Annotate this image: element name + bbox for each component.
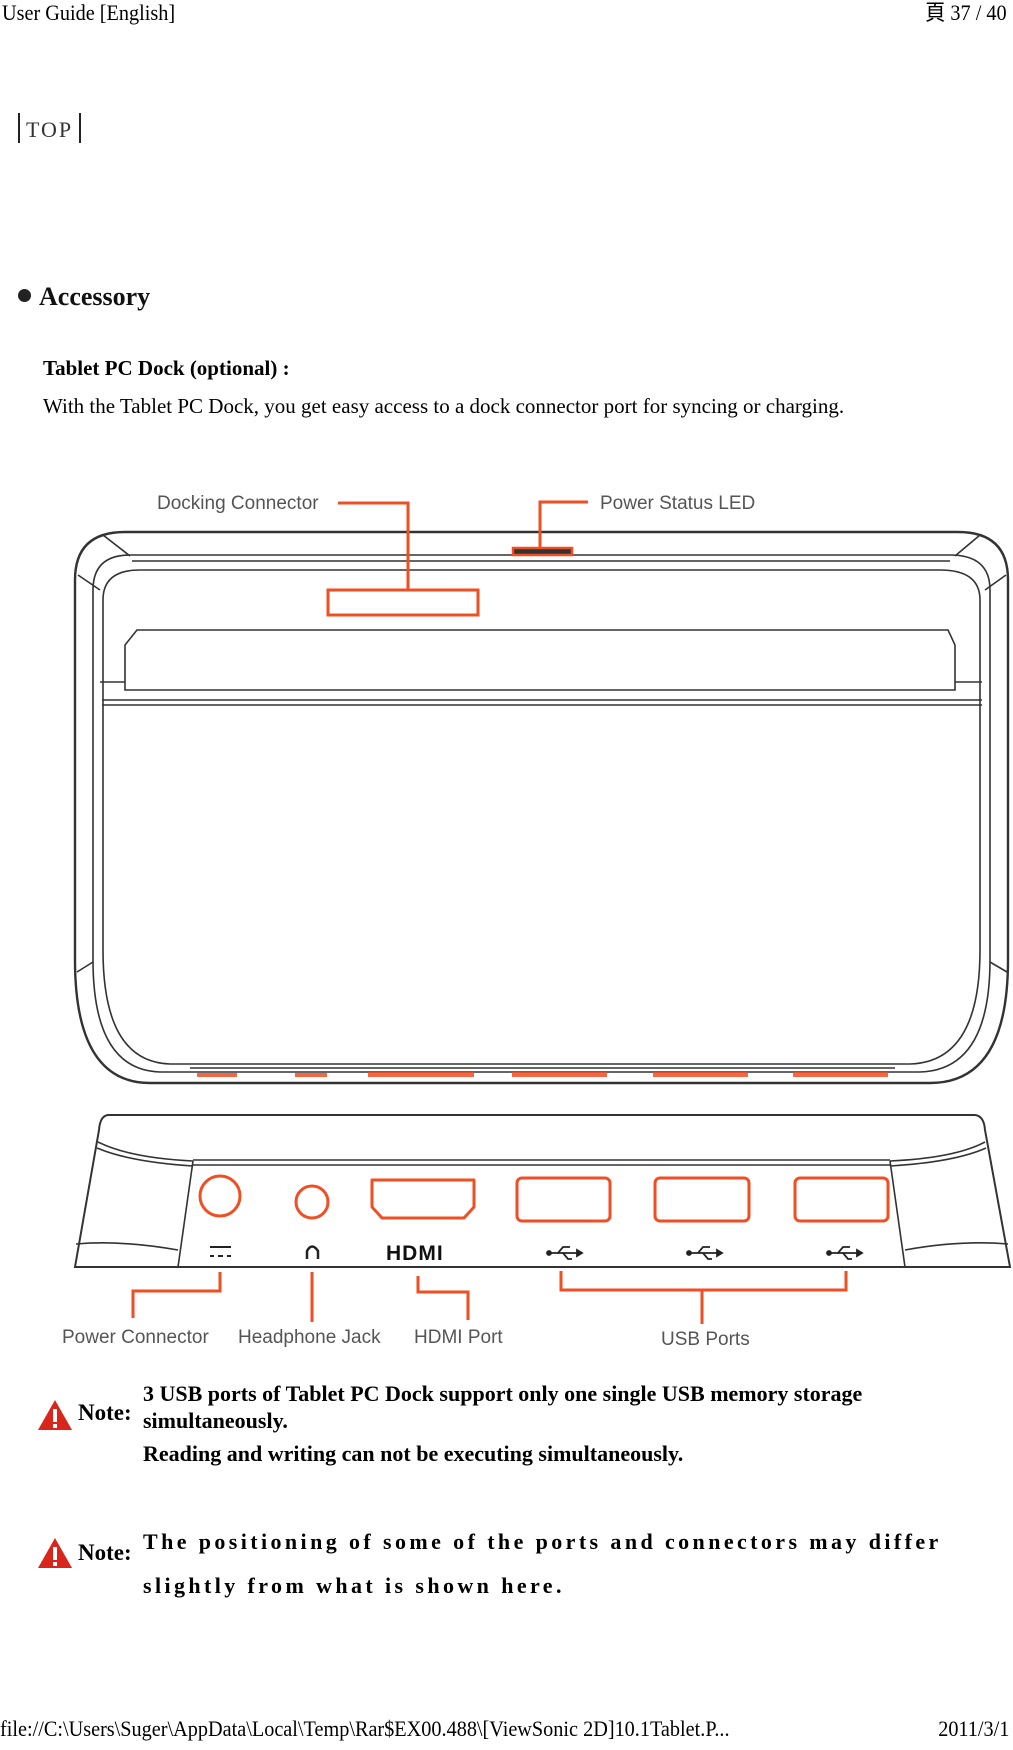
- corner-bevel: [989, 961, 1008, 973]
- document-title: User Guide [English]: [2, 0, 176, 25]
- power-connector-label: Power Connector: [62, 1327, 209, 1348]
- note-label: Note:: [78, 1540, 132, 1565]
- port-mark-headphone: [295, 1073, 327, 1077]
- print-date: 2011/3/1: [937, 1716, 1009, 1741]
- note-line: slightly from what is shown here.: [143, 1573, 565, 1598]
- dock-outer-outline: [73, 530, 1010, 1085]
- rear-left-foot: [75, 1242, 179, 1251]
- hdmi-port: [370, 1178, 476, 1220]
- rear-callouts: [131, 1271, 848, 1324]
- top-link-container: TOP: [18, 112, 82, 148]
- note-text: 3 USB ports of Tablet PC Dock support on…: [143, 1380, 862, 1467]
- rear-ports: [198, 1174, 890, 1223]
- port-mark-power: [197, 1073, 237, 1077]
- separator-bar: [18, 113, 20, 143]
- file-path: file://C:\Users\Suger\AppData\Local\Temp…: [0, 1716, 730, 1741]
- power-status-led: [511, 546, 574, 557]
- rear-right-divider: [889, 1160, 906, 1268]
- usb-ports-label: USB Ports: [661, 1329, 750, 1350]
- rear-outer-outline: [73, 1114, 1012, 1268]
- dock-rear-view: [73, 1114, 1012, 1268]
- port-mark-usb-1: [512, 1072, 607, 1077]
- dock-diagram: Docking Connector Power Status LED HDMI …: [62, 493, 1012, 1350]
- power-status-led-callout: [511, 500, 588, 557]
- usb-icon: [686, 1246, 724, 1260]
- usb-icon: [826, 1246, 864, 1260]
- note-text: The positioning of some of the ports and…: [143, 1520, 942, 1608]
- corner-bevel: [954, 534, 981, 557]
- usb-port-2: [653, 1176, 751, 1223]
- rear-right-curve: [889, 1141, 986, 1162]
- dock-inner-rim-2: [102, 569, 981, 1065]
- note-line: 3 USB ports of Tablet PC Dock support on…: [143, 1381, 863, 1406]
- rear-right-foot: [904, 1242, 1009, 1251]
- docking-connector-label: Docking Connector: [157, 493, 319, 514]
- warning-icon: [38, 1538, 72, 1568]
- bullet-icon: [18, 289, 31, 302]
- power-status-led-label: Power Status LED: [600, 493, 755, 514]
- rear-left-divider: [177, 1160, 194, 1268]
- rear-left-curve: [96, 1147, 194, 1167]
- usb-icon: [546, 1246, 584, 1260]
- section-title-text: Accessory: [39, 282, 151, 311]
- hdmi-port-leader: [416, 1276, 470, 1320]
- docking-connector-callout: [326, 501, 480, 617]
- page-indicator: 頁 37 / 40: [925, 0, 1007, 25]
- dc-power-icon: [210, 1246, 231, 1257]
- port-mark-hdmi: [368, 1072, 474, 1077]
- corner-bevel: [77, 574, 101, 591]
- power-connector-leader: [131, 1272, 222, 1318]
- power-status-led-leader: [538, 500, 588, 549]
- warning-icon: [38, 1400, 72, 1430]
- dock-title: Tablet PC Dock (optional) :: [43, 356, 290, 380]
- port-mark-usb-3: [793, 1072, 888, 1077]
- rear-left-curve: [97, 1141, 194, 1162]
- power-connector-port: [198, 1174, 242, 1218]
- separator-bar: [79, 113, 82, 143]
- top-link[interactable]: TOP: [26, 117, 73, 142]
- corner-bevel: [102, 534, 131, 557]
- headphone-jack-label: Headphone Jack: [238, 1327, 381, 1348]
- dock-top-view: [73, 530, 1010, 1085]
- note-label: Note:: [78, 1400, 132, 1425]
- usb-ports-bracket: [559, 1271, 848, 1292]
- headphone-icon: [305, 1245, 320, 1259]
- dock-description: With the Tablet PC Dock, you get easy ac…: [43, 394, 845, 418]
- note-line: Reading and writing can not be executing…: [143, 1441, 684, 1466]
- hdmi-port-label: HDMI Port: [414, 1327, 503, 1348]
- usb-port-3: [793, 1176, 890, 1223]
- section-title: Accessory: [18, 282, 150, 312]
- usb-port-1: [515, 1176, 612, 1223]
- note-line: simultaneously.: [143, 1408, 288, 1433]
- tablet-slot: [124, 629, 956, 691]
- note-line: The positioning of some of the ports and…: [143, 1529, 942, 1554]
- corner-bevel: [76, 961, 94, 973]
- docking-connector-box: [326, 588, 480, 617]
- docking-connector-leader: [338, 501, 410, 590]
- headphone-jack-port: [294, 1184, 330, 1220]
- hdmi-logo: HDMI: [386, 1242, 444, 1265]
- port-mark-usb-2: [653, 1072, 748, 1077]
- dock-inner-rim: [92, 554, 991, 1073]
